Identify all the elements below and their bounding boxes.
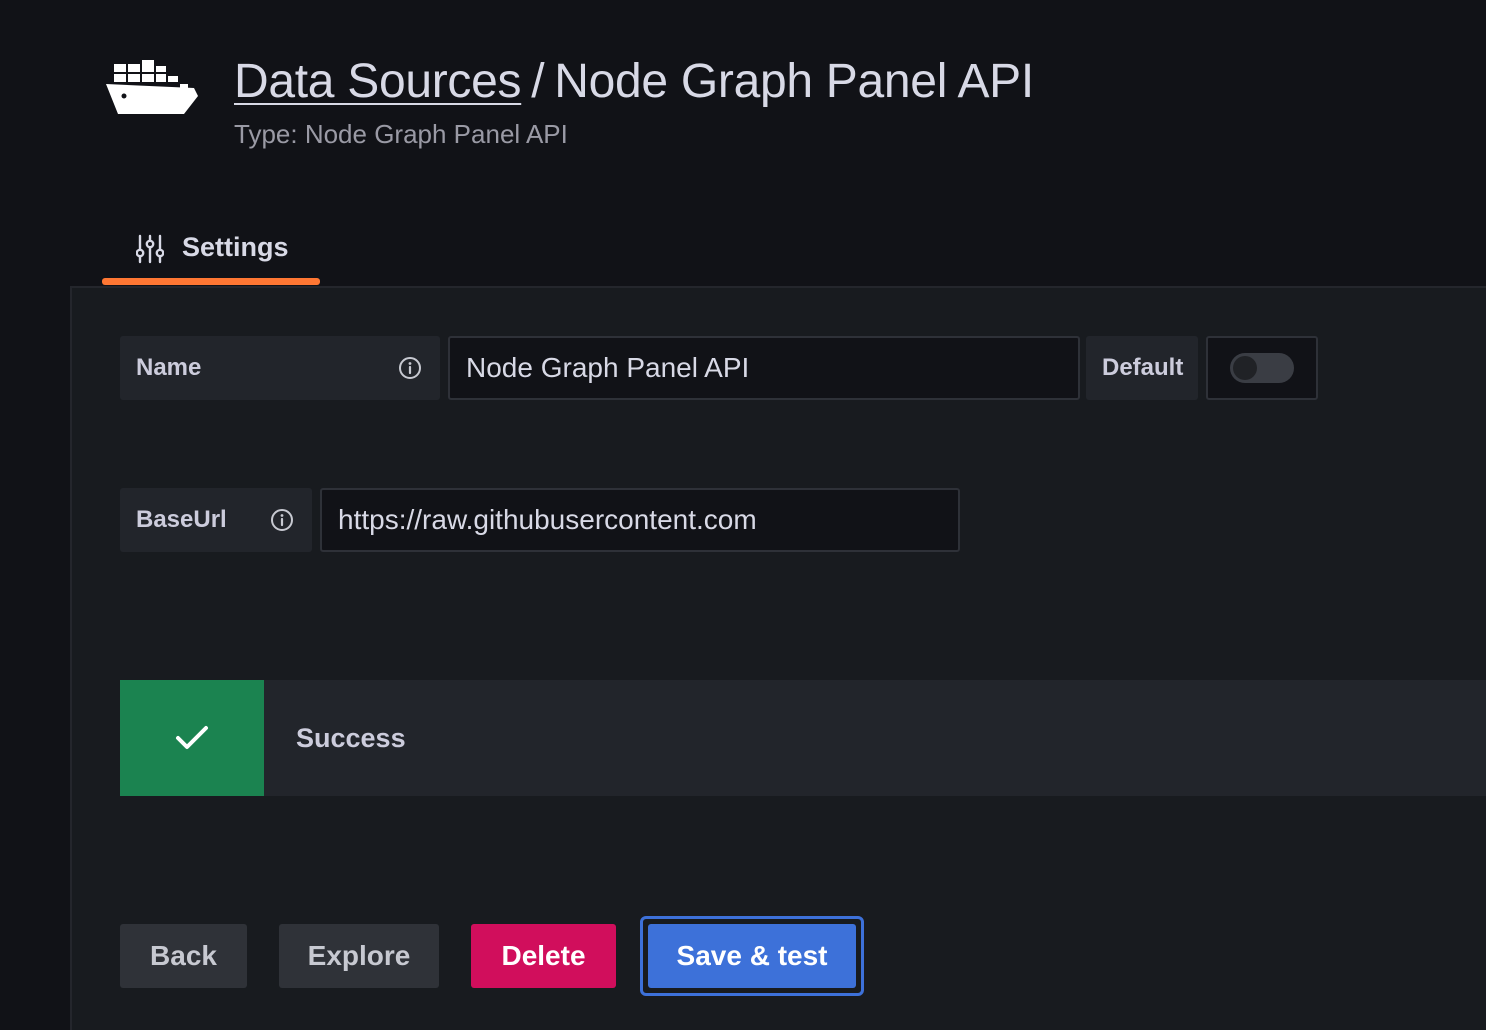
breadcrumb-separator: /	[531, 55, 545, 108]
active-tab-indicator	[102, 278, 320, 285]
tab-settings[interactable]: Settings	[102, 224, 320, 286]
cargo-ship-icon	[106, 60, 198, 114]
back-button[interactable]: Back	[120, 924, 247, 988]
datasource-title: Node Graph Panel API	[554, 55, 1034, 108]
toggle-knob	[1233, 356, 1257, 380]
baseurl-input-value: https://raw.githubusercontent.com	[338, 504, 757, 535]
name-label-text: Name	[136, 354, 202, 381]
tab-settings-label: Settings	[182, 232, 289, 262]
default-toggle-container	[1206, 336, 1318, 400]
breadcrumb-data-sources-link[interactable]: Data Sources	[234, 55, 522, 108]
alert-message: Success	[296, 722, 406, 753]
default-toggle[interactable]	[1230, 353, 1294, 383]
default-label: Default	[1086, 336, 1198, 400]
info-icon[interactable]	[270, 508, 294, 532]
baseurl-input[interactable]: https://raw.githubusercontent.com	[320, 488, 960, 552]
alert-icon-box	[120, 680, 264, 796]
name-input-value: Node Graph Panel API	[466, 352, 750, 383]
sliders-icon	[136, 234, 164, 264]
page-subtitle: Type: Node Graph Panel API	[234, 119, 568, 149]
name-input[interactable]: Node Graph Panel API	[448, 336, 1080, 400]
page-title: Data Sources / Node Graph Panel API	[234, 54, 1034, 109]
check-icon	[176, 726, 208, 749]
save-and-test-button[interactable]: Save & test	[648, 924, 856, 988]
datasource-settings-page: Data Sources / Node Graph Panel API Type: …	[0, 0, 1486, 1030]
delete-button[interactable]: Delete	[471, 924, 616, 988]
explore-button[interactable]: Explore	[279, 924, 439, 988]
default-label-text: Default	[1102, 354, 1184, 381]
success-alert: Success	[120, 680, 1486, 796]
info-icon[interactable]	[398, 356, 422, 380]
name-label: Name	[120, 336, 440, 400]
baseurl-label-text: BaseUrl	[136, 506, 227, 533]
